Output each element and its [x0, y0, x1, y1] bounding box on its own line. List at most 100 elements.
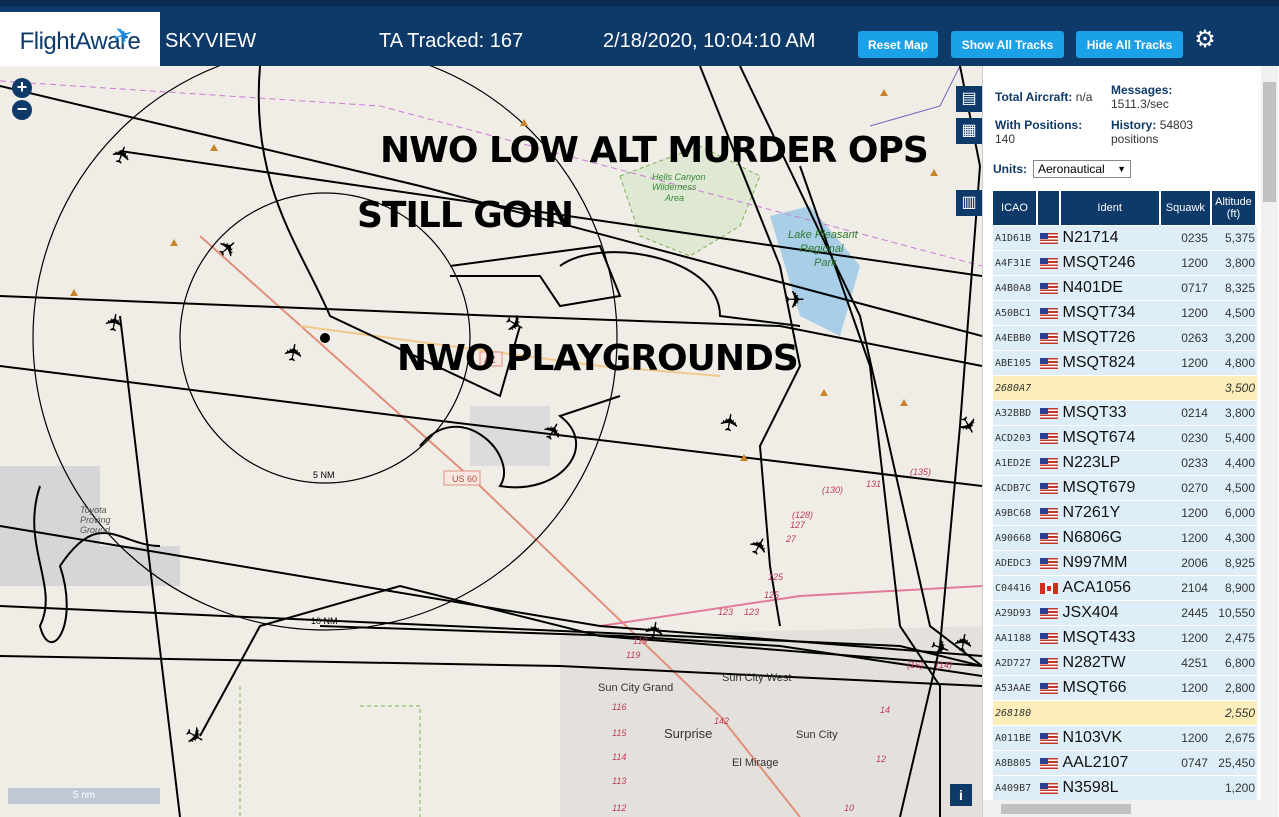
- svg-text:(16): (16): [907, 660, 923, 670]
- column-header-ident[interactable]: Ident: [1060, 191, 1161, 225]
- ident-cell: N223LP: [1060, 451, 1161, 475]
- squawk-cell: 0717: [1160, 276, 1212, 300]
- icao-cell: 268180: [993, 701, 1039, 725]
- table-row[interactable]: A90668 N6806G 1200 4,300: [993, 526, 1257, 550]
- column-header-squawk[interactable]: Squawk: [1160, 191, 1212, 225]
- units-select[interactable]: Aeronautical ▼: [1033, 160, 1131, 178]
- ident-cell: MSQT734: [1060, 301, 1161, 325]
- icao-cell: A4F31E: [993, 251, 1039, 275]
- show-all-tracks-button[interactable]: Show All Tracks: [951, 31, 1064, 58]
- altitude-cell: 3,500: [1211, 376, 1257, 400]
- svg-text:(128): (128): [792, 510, 813, 520]
- altitude-cell: 2,675: [1211, 726, 1257, 750]
- table-row[interactable]: A8B805 AAL2107 0747 25,450: [993, 751, 1257, 775]
- icao-cell: A53AAE: [993, 676, 1039, 700]
- icao-cell: C04416: [993, 576, 1039, 600]
- svg-text:10 NM: 10 NM: [311, 616, 338, 626]
- squawk-cell: 1200: [1160, 301, 1212, 325]
- ident-cell: N401DE: [1060, 276, 1161, 300]
- table-row[interactable]: A50BC1 MSQT734 1200 4,500: [993, 301, 1257, 325]
- table-row[interactable]: ACD203 MSQT674 0230 5,400: [993, 426, 1257, 450]
- flag-cell: [1038, 751, 1061, 775]
- table-row[interactable]: A409B7 N3598L 1,200: [993, 776, 1257, 800]
- table-row[interactable]: ABE105 MSQT824 1200 4,800: [993, 351, 1257, 375]
- svg-text:✈: ✈: [101, 310, 131, 334]
- svg-text:(135): (135): [910, 467, 931, 477]
- table-row[interactable]: AA1188 MSQT433 1200 2,475: [993, 626, 1257, 650]
- altitude-cell: 4,500: [1211, 301, 1257, 325]
- flag-cell: [1038, 276, 1061, 300]
- reset-map-button[interactable]: Reset Map: [858, 31, 938, 58]
- table-row[interactable]: A9BC68 N7261Y 1200 6,000: [993, 501, 1257, 525]
- squawk-cell: 0233: [1160, 451, 1212, 475]
- toggle-sidebar-icon[interactable]: ▥: [956, 190, 982, 216]
- vertical-scroll-thumb[interactable]: [1263, 82, 1276, 202]
- us-flag-icon: [1040, 558, 1059, 570]
- table-row[interactable]: 268180 2,550: [993, 701, 1257, 725]
- flag-cell: [1038, 476, 1061, 500]
- clock-datetime: 2/18/2020, 10:04:10 AM: [603, 30, 816, 52]
- table-row[interactable]: C04416 ACA1056 2104 8,900: [993, 576, 1257, 600]
- squawk-cell: 1200: [1160, 501, 1212, 525]
- overlay-text-still-goin: STILL GOIN: [357, 195, 574, 236]
- ident-cell: N7261Y: [1060, 501, 1161, 525]
- altitude-cell: 8,325: [1211, 276, 1257, 300]
- icao-cell: A1ED2E: [993, 451, 1039, 475]
- table-row[interactable]: A4F31E MSQT246 1200 3,800: [993, 251, 1257, 275]
- table-row[interactable]: A4EBB0 MSQT726 0263 3,200: [993, 326, 1257, 350]
- us-flag-icon: [1040, 433, 1059, 445]
- table-header-row: ICAO Ident Squawk Altitude (ft): [993, 191, 1257, 225]
- icao-cell: A409B7: [993, 776, 1039, 800]
- zoom-out-button[interactable]: −: [12, 100, 32, 120]
- table-row[interactable]: A4B0A8 N401DE 0717 8,325: [993, 276, 1257, 300]
- us-flag-icon: [1040, 533, 1059, 545]
- table-row[interactable]: A1D61B N21714 0235 5,375: [993, 226, 1257, 250]
- svg-text:✈: ✈: [499, 308, 530, 341]
- table-row[interactable]: A011BE N103VK 1200 2,675: [993, 726, 1257, 750]
- history-stat: History: 54803 positions: [1111, 118, 1261, 146]
- table-row[interactable]: ACDB7C MSQT679 0270 4,500: [993, 476, 1257, 500]
- history-label: History:: [1111, 118, 1157, 132]
- icao-cell: A2D727: [993, 651, 1039, 675]
- map-layers-icon[interactable]: ▤: [956, 86, 982, 112]
- history-unit: positions: [1111, 132, 1159, 146]
- table-row[interactable]: 2680A7 3,500: [993, 376, 1257, 400]
- svg-text:Proving: Proving: [80, 515, 111, 525]
- gear-icon[interactable]: ⚙: [1193, 28, 1217, 52]
- table-row[interactable]: A32BBD MSQT33 0214 3,800: [993, 401, 1257, 425]
- flightaware-logo[interactable]: FlightAware ✈: [0, 12, 160, 72]
- units-label: Units:: [993, 162, 1027, 176]
- table-row[interactable]: A1ED2E N223LP 0233 4,400: [993, 451, 1257, 475]
- ident-cell: [1060, 701, 1161, 725]
- table-row[interactable]: ADEDC3 N997MM 2006 8,925: [993, 551, 1257, 575]
- squawk-cell: 0270: [1160, 476, 1212, 500]
- svg-text:✈: ✈: [212, 232, 245, 266]
- horizontal-scroll-thumb[interactable]: [1001, 804, 1131, 814]
- svg-text:Park: Park: [814, 257, 837, 269]
- altitude-cell: 6,000: [1211, 501, 1257, 525]
- svg-text:125: 125: [768, 572, 784, 582]
- svg-text:✈: ✈: [785, 287, 805, 314]
- altitude-cell: 25,450: [1211, 751, 1257, 775]
- table-row[interactable]: A29D93 JSX404 2445 10,550: [993, 601, 1257, 625]
- us-flag-icon: [1040, 308, 1059, 320]
- grid-icon[interactable]: ▦: [956, 118, 982, 144]
- info-icon[interactable]: i: [950, 784, 972, 806]
- altitude-cell: 6,800: [1211, 651, 1257, 675]
- ident-cell: MSQT33: [1060, 401, 1161, 425]
- receiver-location: [320, 333, 330, 343]
- zoom-in-button[interactable]: +: [12, 78, 32, 98]
- with-positions-label: With Positions:: [995, 118, 1083, 132]
- table-row[interactable]: A53AAE MSQT66 1200 2,800: [993, 676, 1257, 700]
- icao-cell: A50BC1: [993, 301, 1039, 325]
- table-row[interactable]: A2D727 N282TW 4251 6,800: [993, 651, 1257, 675]
- us-flag-icon: [1040, 358, 1059, 370]
- tracked-count: TA Tracked: 167: [379, 30, 524, 52]
- flag-cell: [1038, 376, 1061, 400]
- column-header-flag[interactable]: [1038, 191, 1061, 225]
- map-view[interactable]: ✈ ✈ ✈ ✈ ✈ ✈ ✈ ✈ ✈ ✈ ✈ ✈ ✈ ✈ Hells Canyon…: [0, 66, 982, 817]
- column-header-altitude[interactable]: Altitude (ft): [1211, 191, 1257, 225]
- column-header-icao[interactable]: ICAO: [993, 191, 1039, 225]
- hide-all-tracks-button[interactable]: Hide All Tracks: [1076, 31, 1183, 58]
- svg-text:123: 123: [744, 607, 759, 617]
